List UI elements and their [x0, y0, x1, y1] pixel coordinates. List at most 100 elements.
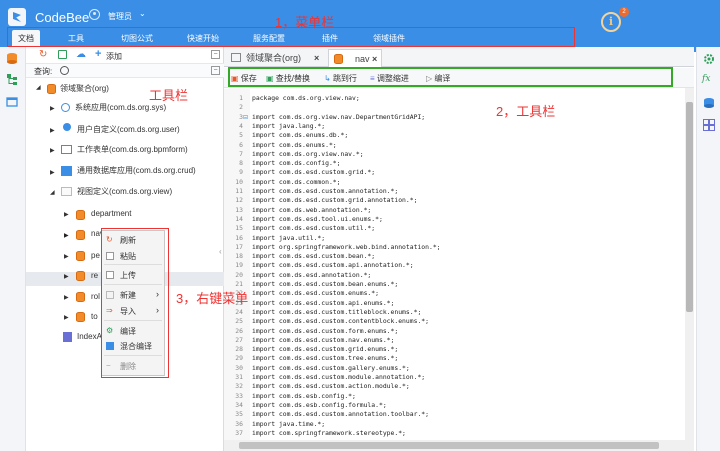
add-button[interactable]: 添加 [106, 51, 122, 62]
collapse-icon[interactable]: − [211, 50, 220, 59]
code-line[interactable]: 9 import com.ds.esd.custom.grid.*; [224, 168, 684, 177]
code-line[interactable]: 23 import com.ds.esd.custom.api.enums.*; [224, 299, 684, 308]
database-icon[interactable] [703, 97, 715, 109]
code-text: import org.springframework.web.bind.anno… [252, 242, 441, 251]
line-number: 16 [235, 233, 243, 242]
tree-node-re[interactable]: re [91, 269, 98, 283]
expand-triangle-icon[interactable]: ▶ [50, 127, 55, 134]
line-number: 36 [235, 419, 243, 428]
scrollbar-thumb[interactable] [686, 102, 693, 312]
code-line[interactable]: 31 import com.ds.esd.custom.module.annota… [224, 373, 684, 382]
code-text: import com.ds.esd.custom.annotation.*; [252, 187, 399, 195]
refresh-icon[interactable]: ↻ [39, 49, 47, 60]
tree-structure-icon[interactable] [6, 73, 18, 85]
code-line[interactable]: 20 import com.ds.esd.annotation.*; [224, 271, 684, 280]
left-toolbar: ↻ ☁ + 添加 − [26, 47, 224, 64]
code-line[interactable]: 5 import com.ds.enums.db.*; [224, 131, 684, 140]
code-line[interactable]: 16 import java.util.*; [224, 234, 684, 243]
cloud-upload-icon[interactable]: ☁ [76, 49, 86, 60]
code-text: import com.ds.enums.*; [252, 140, 337, 149]
code-line[interactable]: 8 import com.ds.config.*; [224, 159, 684, 168]
chevron-down-icon[interactable]: ⌄ [139, 9, 146, 18]
user-name[interactable]: 管理员 [108, 11, 132, 22]
code-line[interactable]: 19 import com.ds.esd.custom.api.annotatio… [224, 261, 684, 270]
code-line[interactable]: 24 import com.ds.esd.custom.titleblock.en… [224, 308, 684, 317]
code-line[interactable]: 32 import com.ds.esd.custom.action.module… [224, 382, 684, 391]
code-line[interactable]: 11 import com.ds.esd.custom.annotation.*; [224, 187, 684, 196]
code-line[interactable]: 35 import com.ds.esd.custom.annotation.to… [224, 410, 684, 419]
collapse-triangle-icon[interactable]: ◢ [36, 84, 41, 91]
tree-node-crud[interactable]: 通用数据库应用(com.ds.org.crud) [77, 164, 196, 178]
tree-node-domain-org[interactable]: 领域聚合(org) [60, 82, 109, 96]
code-line[interactable]: 28 import com.ds.esd.custom.grid.enums.*; [224, 345, 684, 354]
tree-node-user[interactable]: 用户自定义(com.ds.org.user) [77, 123, 180, 137]
expand-triangle-icon[interactable]: ▶ [64, 211, 69, 218]
clear-search-icon[interactable]: − [211, 66, 220, 75]
search-input[interactable] [72, 66, 212, 76]
horizontal-scrollbar[interactable] [224, 440, 685, 451]
add-icon[interactable]: + [95, 48, 101, 60]
line-number: 12 [235, 196, 243, 205]
code-line[interactable]: 6 import com.ds.enums.*; [224, 141, 684, 150]
code-line[interactable]: 25 import com.ds.esd.custom.contentblock.… [224, 317, 684, 326]
expand-triangle-icon[interactable]: ▶ [50, 147, 55, 154]
expand-triangle-icon[interactable]: ▶ [64, 253, 69, 260]
grid-icon[interactable] [703, 119, 715, 131]
code-line[interactable]: 22 import com.ds.esd.custom.enums.*; [224, 289, 684, 298]
code-line[interactable]: 15 import com.ds.esd.custom.util.*; [224, 224, 684, 233]
code-line[interactable]: 21 import com.ds.esd.custom.bean.enums.*; [224, 280, 684, 289]
code-line[interactable]: 26 import com.ds.esd.custom.form.enums.*; [224, 327, 684, 336]
code-line[interactable]: 7 import com.ds.org.view.nav.*; [224, 150, 684, 159]
code-line[interactable]: 34 import com.ds.esb.config.formula.*; [224, 401, 684, 410]
info-icon[interactable]: i [601, 12, 621, 32]
expand-triangle-icon[interactable]: ▶ [64, 273, 69, 280]
tree-node-view[interactable]: 视图定义(com.ds.org.view) [77, 185, 172, 199]
code-line[interactable]: 33 import com.ds.esb.config.*; [224, 392, 684, 401]
code-line[interactable]: 27 import com.ds.esd.custom.nav.enums.*; [224, 336, 684, 345]
code-area[interactable]: 1 package com.ds.org.view.nav; 2 3 import co… [224, 47, 684, 451]
expand-triangle-icon[interactable]: ▶ [50, 105, 55, 112]
gear-icon[interactable] [703, 53, 715, 65]
new-file-icon[interactable] [58, 50, 67, 59]
user-icon[interactable] [89, 9, 100, 20]
code-line[interactable]: 17 import org.springframework.web.bind.an… [224, 243, 684, 252]
vertical-scrollbar[interactable] [685, 88, 694, 451]
expand-triangle-icon[interactable]: ▶ [64, 232, 69, 239]
code-line[interactable]: 30 import com.ds.esd.custom.gallery.enums… [224, 364, 684, 373]
tree-node-index[interactable]: IndexA [77, 330, 102, 344]
line-number: 33 [235, 391, 243, 400]
database-icon[interactable] [6, 52, 18, 64]
code-line[interactable]: 14 import com.ds.esd.tool.ui.enums.*; [224, 215, 684, 224]
tree-node-pe[interactable]: pe [91, 249, 100, 263]
code-line[interactable]: 2 [224, 103, 684, 112]
formula-icon[interactable]: fx [702, 74, 710, 84]
code-line[interactable]: 3 import com.ds.org.view.nav.DepartmentGr… [224, 113, 684, 122]
collapse-triangle-icon[interactable]: ◢ [50, 189, 55, 196]
expand-triangle-icon[interactable]: ▶ [64, 294, 69, 301]
expand-triangle-icon[interactable]: ▶ [50, 169, 55, 176]
tree-node-to[interactable]: to [91, 310, 98, 324]
tree-node-bpmform[interactable]: 工作表单(com.ds.org.bpmform) [77, 143, 188, 157]
fold-icon[interactable]: ⊟ [243, 114, 248, 121]
expand-triangle-icon[interactable]: ▶ [64, 314, 69, 321]
search-icon[interactable] [60, 66, 69, 75]
line-number: 11 [235, 187, 243, 195]
code-text: import com.ds.common.*; [252, 177, 341, 186]
tree-node-rol[interactable]: rol [91, 290, 100, 304]
line-number: 31 [235, 373, 243, 381]
code-line[interactable]: 13 import com.ds.web.annotation.*; [224, 206, 684, 215]
code-line[interactable]: 10 import com.ds.common.*; [224, 178, 684, 187]
code-line[interactable]: 36 import java.time.*; [224, 420, 684, 429]
scrollbar-thumb[interactable] [239, 442, 659, 449]
code-line[interactable]: 1 package com.ds.org.view.nav; [224, 94, 684, 103]
code-line[interactable]: 37 import com.springframework.stereotype.… [224, 429, 684, 438]
tree-node-department[interactable]: department [91, 207, 131, 221]
code-line[interactable]: 29 import com.ds.esd.custom.tree.enums.*; [224, 354, 684, 363]
code-line[interactable]: 12 import com.ds.esd.custom.grid.annotati… [224, 196, 684, 205]
code-text: import com.ds.esd.annotation.*; [252, 270, 372, 279]
code-text: import com.ds.esd.custom.module.annotati… [252, 373, 426, 381]
window-icon[interactable] [6, 96, 18, 108]
collapse-pane-icon[interactable]: ‹ [219, 247, 222, 256]
code-line[interactable]: 4 import java.lang.*; [224, 122, 684, 131]
code-line[interactable]: 18 import com.ds.esd.custom.bean.*; [224, 252, 684, 261]
